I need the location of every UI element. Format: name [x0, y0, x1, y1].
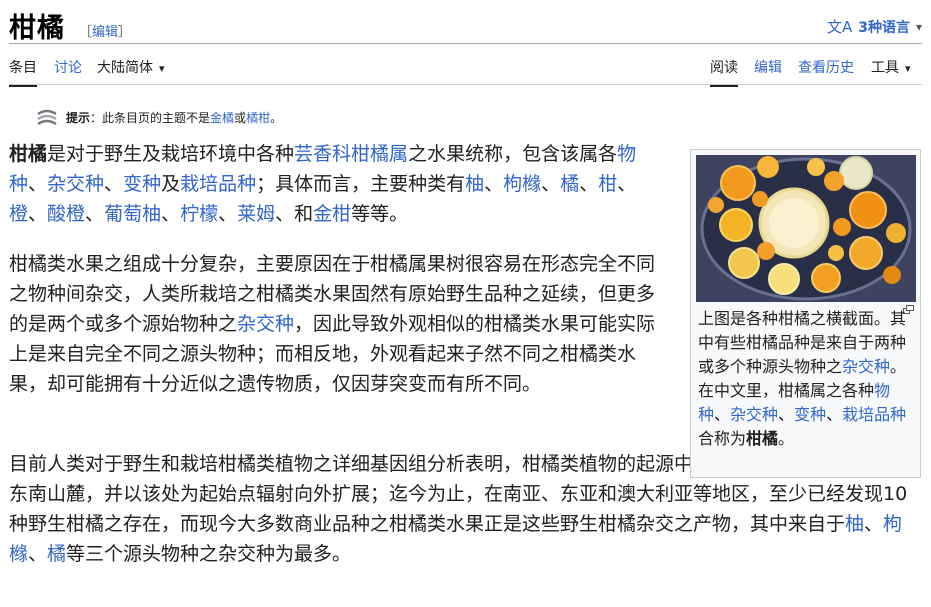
hatnote-text: ：此条目页的主题不是 [90, 110, 211, 125]
text: 等三个源头物种之杂交种为最多。 [66, 543, 352, 565]
link-citrus-genus[interactable]: 柑橘属 [351, 143, 408, 165]
link-mandarin[interactable]: 橘 [47, 543, 66, 565]
text: 、 [28, 173, 48, 195]
text: 、 [28, 203, 48, 225]
link-hybrid[interactable]: 杂交种 [237, 313, 294, 335]
translate-icon: 文A [826, 18, 853, 36]
caption-text: 、 [778, 405, 795, 424]
text: 、 [161, 203, 181, 225]
caption-link-hybrid[interactable]: 杂交种 [842, 357, 890, 376]
hatnote-link-kumquat[interactable]: 金橘 [210, 111, 234, 125]
text: 之水果统称，包含该属各 [408, 143, 618, 165]
caption-text: 。 [890, 357, 907, 376]
text: 、 [104, 173, 124, 195]
caption-link-cultivar[interactable]: 栽培品种 [842, 405, 906, 424]
link-variety[interactable]: 变种 [123, 173, 161, 195]
variant-label: 大陆简体 [97, 60, 153, 76]
link-gan[interactable]: 柑 [598, 173, 617, 195]
caption-text: 。 [778, 429, 795, 448]
language-count-label: 3种语言 [858, 19, 910, 36]
chevron-down-icon: ▾ [915, 19, 922, 34]
tab-history[interactable]: 查看历史 [798, 57, 854, 85]
tab-edit[interactable]: 编辑 [754, 57, 782, 85]
text: 是对于野生及栽培环境中各种 [47, 143, 295, 165]
chevron-down-icon: ▾ [905, 62, 911, 75]
hatnote-text: 或 [234, 110, 247, 125]
link-pomelo[interactable]: 柚 [845, 513, 864, 535]
text: 、 [541, 173, 561, 195]
link-pomelo[interactable]: 柚 [465, 173, 484, 195]
text: 、和 [275, 203, 314, 225]
text: 、 [617, 173, 637, 195]
edit-bracket-close: ］ [118, 25, 132, 40]
text: 、 [85, 203, 105, 225]
tab-article[interactable]: 条目 [9, 57, 37, 87]
text: 、 [864, 513, 884, 535]
body-paragraph: 柑橘类水果之组成十分复杂，主要原因在于柑橘属果树很容易在形态完全不同之物种间杂交… [9, 249, 659, 399]
edit-bracket-open: ［ [79, 25, 93, 40]
caption-text: 、 [826, 405, 843, 424]
tab-read[interactable]: 阅读 [710, 57, 738, 87]
caption-text: 合称为 [698, 429, 747, 448]
link-cultivar[interactable]: 栽培品种 [180, 173, 256, 195]
page-title: 柑橘 [9, 13, 65, 44]
lead-paragraph: 柑橘是对于野生及栽培环境中各种芸香科柑橘属之水果统称，包含该属各物种、杂交种、变… [9, 139, 659, 229]
language-button[interactable]: 文A 3种语言 ▾ [827, 16, 922, 37]
link-lemon[interactable]: 柠檬 [180, 203, 218, 225]
chevron-down-icon: ▾ [159, 62, 165, 75]
link-bitter-orange[interactable]: 酸橙 [47, 203, 85, 225]
hatnote-text: 。 [270, 110, 283, 125]
infobox-caption: 上图是各种柑橘之横截面。其中有些柑橘品种是来自于两种或多个种源头物种之杂交种。 … [698, 307, 916, 451]
text: 、 [218, 203, 238, 225]
bold-term: 柑橘 [9, 143, 48, 165]
disambiguation-icon [36, 108, 58, 126]
text: 、 [484, 173, 504, 195]
edit-section-link[interactable]: 编辑 [92, 25, 118, 40]
caption-link-hybrid[interactable]: 杂交种 [730, 405, 778, 424]
title-row: 柑橘 ［编辑］ 文A 3种语言 ▾ [9, 4, 922, 44]
link-rutaceae[interactable]: 芸香科 [294, 143, 351, 165]
tools-label: 工具 [871, 60, 899, 76]
caption-text: 、 [714, 405, 731, 424]
text: 及 [161, 173, 181, 195]
hatnote-label: 提示 [66, 110, 91, 125]
variant-dropdown[interactable]: 大陆简体 ▾ [97, 57, 165, 85]
link-orange[interactable]: 橙 [9, 203, 28, 225]
text: 、 [579, 173, 599, 195]
text: ；具体而言，主要种类有 [256, 173, 466, 195]
edit-section-link-wrapper: ［编辑］ [79, 21, 131, 40]
infobox-thumbnail: 上图是各种柑橘之横截面。其中有些柑橘品种是来自于两种或多个种源头物种之杂交种。 … [690, 149, 921, 478]
tab-talk[interactable]: 讨论 [54, 57, 82, 85]
citrus-cross-section-image[interactable] [696, 155, 916, 302]
hatnote: 提示：此条目页的主题不是金橘或橘柑。 [36, 108, 282, 126]
caption-link-variety[interactable]: 变种 [794, 405, 826, 424]
link-grapefruit[interactable]: 葡萄柚 [104, 203, 161, 225]
link-kumquat[interactable]: 金柑 [313, 203, 351, 225]
link-mandarin[interactable]: 橘 [560, 173, 579, 195]
tools-dropdown[interactable]: 工具 ▾ [871, 57, 911, 85]
link-citron[interactable]: 枸橼 [503, 173, 541, 195]
text: 、 [28, 543, 48, 565]
hatnote-link-tangor[interactable]: 橘柑 [246, 111, 270, 125]
caption-bold-term: 柑橘 [746, 429, 779, 448]
caption-text: 在中文里，柑橘属之各种 [698, 381, 875, 400]
tabs-row: 条目 讨论 大陆简体 ▾ 阅读 编辑 查看历史 工具 ▾ [9, 44, 922, 87]
link-hybrid[interactable]: 杂交种 [47, 173, 104, 195]
text: 等等。 [351, 203, 409, 225]
link-lime[interactable]: 莱姆 [237, 203, 275, 225]
